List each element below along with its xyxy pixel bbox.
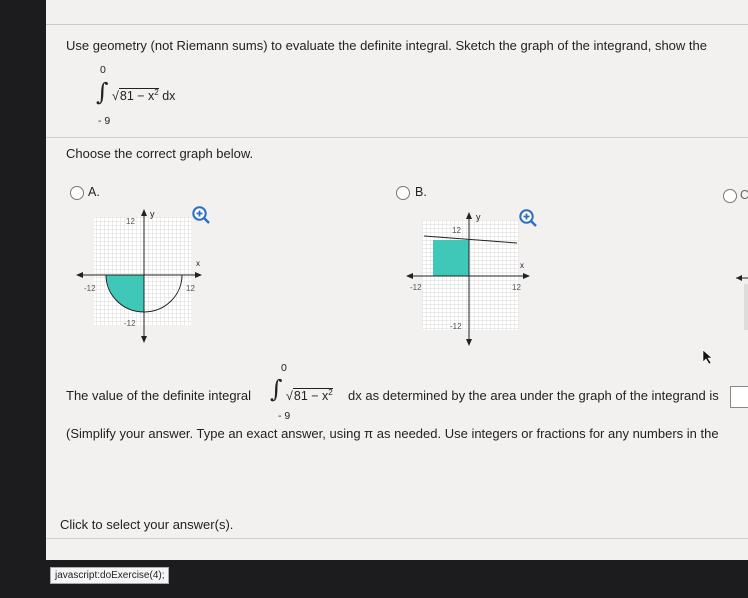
tick-label-right: 12	[512, 283, 521, 292]
axis-y-label: y	[150, 209, 155, 219]
axis-x-label: x	[196, 259, 200, 268]
integral-sign: ∫	[96, 78, 109, 106]
graph-option-b[interactable]: y x 12 -12 12 -12	[402, 212, 532, 348]
question-panel: Use geometry (not Riemann sums) to evalu…	[46, 0, 748, 560]
tick-label-top: 12	[126, 217, 135, 226]
integral-lower-limit: - 9	[98, 115, 111, 127]
question-instruction: Use geometry (not Riemann sums) to evalu…	[66, 38, 707, 53]
integrand-text: 81 − x	[119, 89, 155, 103]
axis-y-label: y	[476, 212, 481, 222]
click-prompt[interactable]: Click to select your answer(s).	[60, 517, 233, 532]
x-axis-arrow-right	[523, 273, 530, 279]
tick-label-right: 12	[186, 284, 195, 293]
tick-label-bottom: -12	[450, 322, 462, 331]
x-axis-arrow-left	[406, 273, 413, 279]
x-axis-arrow-left	[76, 272, 83, 278]
y-axis-arrow-down	[141, 336, 147, 343]
answer-hint: (Simplify your answer. Type an exact ans…	[66, 426, 719, 441]
option-b-radio[interactable]	[396, 186, 410, 200]
integrand-exponent: 2	[154, 87, 159, 97]
integral-upper-limit: 0	[100, 64, 106, 76]
option-c-label[interactable]: C	[740, 188, 748, 202]
tick-label-top: 12	[452, 226, 461, 235]
x-axis-arrow-right	[195, 272, 202, 278]
answer-integral-upper: 0	[281, 362, 287, 374]
answer-integrand-text: 81 − x	[293, 389, 329, 403]
tick-label-left: -12	[410, 283, 422, 292]
graph-option-a[interactable]: y x 12 -12 12 -12	[72, 209, 202, 345]
answer-prefix: The value of the definite integral	[66, 388, 252, 403]
option-c-radio[interactable]	[723, 189, 737, 203]
answer-suffix: dx as determined by the area under the g…	[348, 388, 719, 403]
status-bar: javascript:doExercise(4);	[50, 567, 170, 584]
graph-prompt: Choose the correct graph below.	[66, 146, 254, 161]
shaded-region	[433, 240, 469, 276]
y-axis-arrow-down	[466, 339, 472, 346]
y-axis-arrow-up	[141, 209, 147, 216]
axis-x-label: x	[520, 261, 524, 270]
answer-input[interactable]	[730, 386, 748, 408]
section-divider	[46, 137, 748, 138]
answer-integrand-exponent: 2	[328, 387, 333, 397]
top-divider	[46, 24, 748, 25]
tick-label-left: -12	[84, 284, 96, 293]
tick-label-bottom: -12	[124, 319, 136, 328]
answer-integrand: √81 − x2	[286, 387, 333, 403]
bottom-divider	[46, 538, 748, 539]
option-a-radio[interactable]	[70, 186, 84, 200]
answer-integral-sign: ∫	[270, 375, 283, 403]
option-a-label[interactable]: A.	[88, 185, 100, 199]
option-b-label[interactable]: B.	[415, 185, 427, 199]
cursor-icon	[702, 349, 713, 365]
answer-integral-lower: - 9	[278, 410, 291, 422]
y-axis-arrow-up	[466, 212, 472, 219]
graph-option-c-partial[interactable]	[736, 270, 748, 330]
integrand-expression: √81 − x2 dx	[112, 87, 176, 103]
integrand-dx: dx	[162, 89, 176, 103]
